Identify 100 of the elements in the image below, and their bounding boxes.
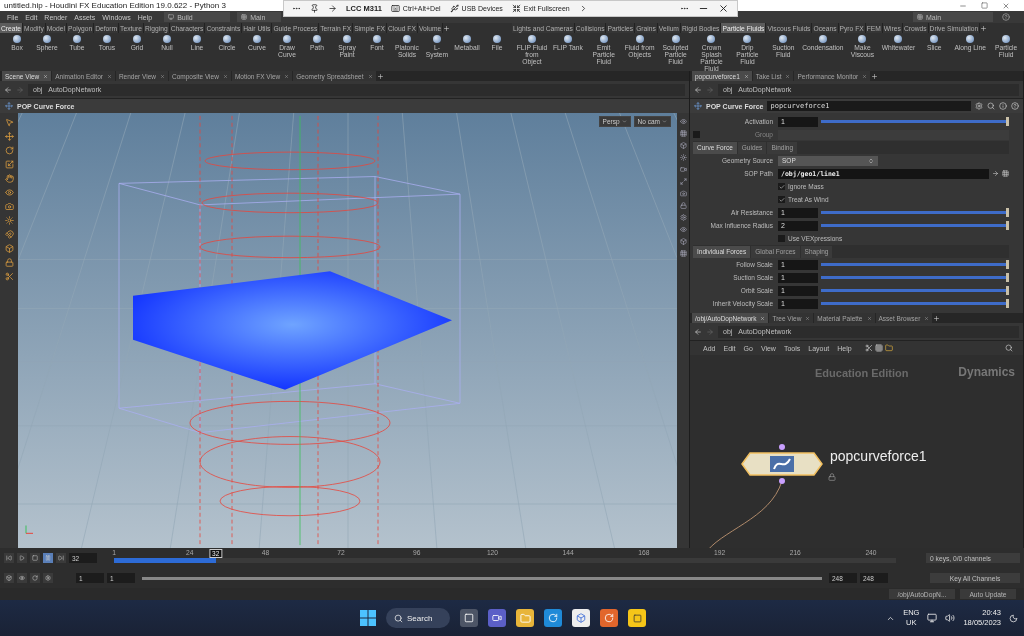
window-icon xyxy=(464,613,474,623)
scale-icon[interactable] xyxy=(4,160,14,169)
chat-app-icon[interactable] xyxy=(488,609,506,627)
watermark-text: Education Edition xyxy=(815,367,909,379)
display-option-icon[interactable] xyxy=(679,166,687,173)
camera-icon[interactable] xyxy=(4,202,14,211)
magnet-icon[interactable] xyxy=(4,230,14,239)
slider-thumb[interactable] xyxy=(1006,286,1009,295)
shelf-tool-icon xyxy=(253,35,261,43)
add-icon[interactable] xyxy=(980,24,988,32)
close-icon[interactable] xyxy=(718,3,729,14)
move-icon[interactable] xyxy=(4,132,14,141)
speaker-icon[interactable] xyxy=(945,613,956,623)
pointer-icon[interactable] xyxy=(4,118,14,127)
slider[interactable] xyxy=(821,120,1009,123)
axis-gizmo-icon xyxy=(25,525,34,534)
cube-icon[interactable] xyxy=(4,244,14,253)
more-icon[interactable] xyxy=(680,4,689,13)
timeline-option-button[interactable] xyxy=(17,573,27,583)
output-port-icon[interactable] xyxy=(779,478,785,484)
timeline-option-button[interactable] xyxy=(4,573,14,583)
task-view-icon[interactable] xyxy=(460,609,478,627)
help-icon[interactable] xyxy=(1011,102,1019,110)
hand-icon[interactable] xyxy=(4,174,14,183)
display-option-icon[interactable] xyxy=(679,190,687,197)
shelf-tool-icon xyxy=(858,35,867,43)
scissors-icon[interactable] xyxy=(4,272,14,281)
checkbox[interactable] xyxy=(778,196,785,203)
windows-start-icon[interactable] xyxy=(360,610,376,626)
info-icon[interactable] xyxy=(999,102,1007,110)
slider-thumb[interactable] xyxy=(1006,208,1009,217)
pin-icon[interactable] xyxy=(310,4,319,13)
browser-app-icon[interactable] xyxy=(544,609,562,627)
maximize-icon[interactable] xyxy=(981,2,988,9)
slider[interactable] xyxy=(821,224,1009,227)
display-option-icon[interactable] xyxy=(679,226,687,233)
folder-icon[interactable] xyxy=(884,344,893,352)
rotate-icon[interactable] xyxy=(4,146,14,155)
add-icon[interactable] xyxy=(443,24,451,32)
arrows-icon[interactable] xyxy=(328,4,337,13)
eye-icon[interactable] xyxy=(4,188,14,197)
app-icon[interactable] xyxy=(572,609,590,627)
search-button[interactable]: Search xyxy=(386,608,450,628)
playback-button[interactable] xyxy=(17,553,27,563)
moon-icon[interactable] xyxy=(1009,613,1018,623)
slider[interactable] xyxy=(821,302,1009,305)
shelf-tool-icon xyxy=(103,35,111,43)
folder-app-icon[interactable] xyxy=(516,609,534,627)
slider-thumb[interactable] xyxy=(1006,299,1009,308)
keyboard-icon xyxy=(390,4,400,13)
lock-icon[interactable] xyxy=(4,258,14,267)
search-icon[interactable] xyxy=(1005,344,1013,352)
notes-app-icon[interactable] xyxy=(628,609,646,627)
display-option-icon[interactable] xyxy=(679,178,687,185)
timeline-option-button[interactable] xyxy=(43,573,53,583)
playback-button[interactable] xyxy=(4,553,14,563)
timeline-option-button[interactable] xyxy=(30,573,40,583)
playback-button[interactable] xyxy=(30,553,40,563)
scissors-icon[interactable] xyxy=(864,344,873,352)
range-slider[interactable] xyxy=(142,576,822,580)
display-option-icon[interactable] xyxy=(679,202,687,209)
checkbox[interactable] xyxy=(778,235,785,242)
display-option-icon[interactable] xyxy=(679,154,687,161)
shelf-tool-icon xyxy=(707,35,716,43)
slider-thumb[interactable] xyxy=(1006,221,1009,230)
add-icon[interactable] xyxy=(871,72,879,80)
node-shape[interactable] xyxy=(741,452,823,476)
display-option-icon[interactable] xyxy=(679,238,687,245)
timeline-track[interactable] xyxy=(114,558,896,563)
settings-icon[interactable] xyxy=(975,102,983,110)
slider[interactable] xyxy=(821,289,1009,292)
light-icon[interactable] xyxy=(4,216,14,225)
slider-thumb[interactable] xyxy=(1006,273,1009,282)
display-option-icon[interactable] xyxy=(679,118,687,125)
slider-thumb[interactable] xyxy=(1006,117,1009,126)
display-option-icon[interactable] xyxy=(679,214,687,221)
network-icon[interactable] xyxy=(927,613,938,623)
playback-button[interactable] xyxy=(56,553,66,563)
slider[interactable] xyxy=(821,276,1009,279)
slider[interactable] xyxy=(821,211,1009,214)
display-option-icon[interactable] xyxy=(679,250,687,257)
display-option-icon[interactable] xyxy=(679,130,687,137)
add-icon[interactable] xyxy=(933,314,941,322)
grid-icon[interactable] xyxy=(874,344,883,352)
back-icon[interactable] xyxy=(4,85,12,94)
help-icon[interactable] xyxy=(1002,13,1010,21)
checkbox[interactable] xyxy=(778,183,785,190)
display-option-icon[interactable] xyxy=(679,142,687,149)
chooser-icon[interactable] xyxy=(1002,170,1009,177)
back-icon[interactable] xyxy=(694,85,702,94)
back-icon[interactable] xyxy=(694,327,702,336)
shelf-tool-icon xyxy=(13,35,21,43)
houdini-app-icon[interactable] xyxy=(600,609,618,627)
input-port-icon[interactable] xyxy=(779,444,785,450)
search-icon[interactable] xyxy=(987,102,995,110)
slider-thumb[interactable] xyxy=(1006,260,1009,269)
add-icon[interactable] xyxy=(376,72,384,80)
jump-icon[interactable] xyxy=(992,170,999,177)
slider[interactable] xyxy=(821,263,1009,266)
shelf-tool-icon xyxy=(193,35,201,43)
